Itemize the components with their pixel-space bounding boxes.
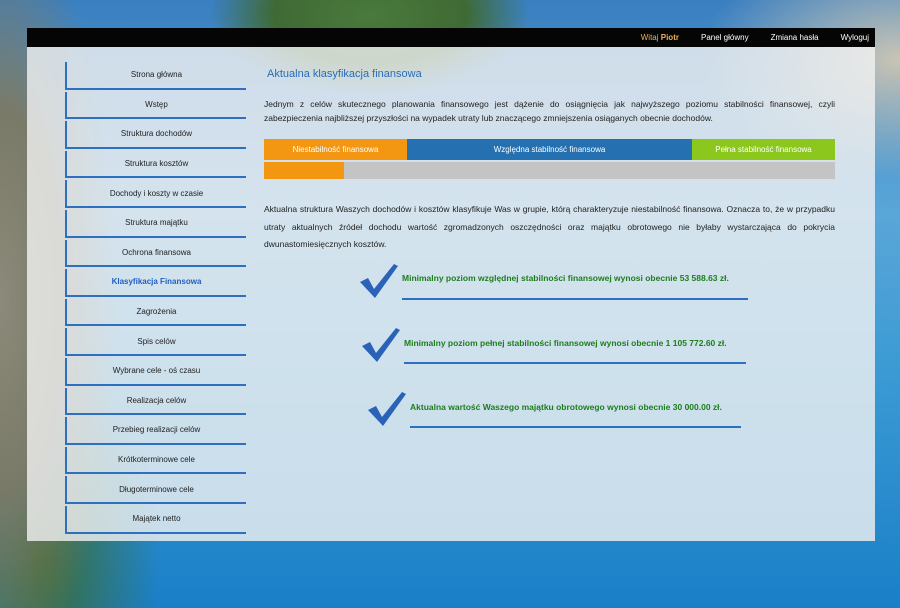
classification-description: Aktualna struktura Waszych dochodów i ko… bbox=[264, 204, 835, 249]
nav-link-logout[interactable]: Wyloguj bbox=[841, 33, 869, 42]
sidebar-item[interactable]: Strona główna bbox=[65, 62, 246, 90]
sidebar-item[interactable]: Struktura kosztów bbox=[65, 150, 246, 179]
page-title: Aktualna klasyfikacja finansowa bbox=[267, 68, 422, 80]
sidebar-item[interactable]: Struktura majątku bbox=[65, 209, 246, 238]
sidebar-item[interactable]: Dochody i koszty w czasie bbox=[65, 180, 246, 208]
stat-underline bbox=[404, 362, 746, 364]
sidebar-item[interactable]: Klasyfikacja Finansowa bbox=[65, 269, 246, 297]
stability-progress-fill bbox=[264, 162, 344, 179]
nav-link-change-password[interactable]: Zmiana hasła bbox=[771, 33, 819, 42]
sidebar-item[interactable]: Wybrane cele - oś czasu bbox=[65, 357, 246, 386]
sidebar-item[interactable]: Zagrożenia bbox=[65, 298, 246, 327]
stat-text: Aktualna wartość Waszego majątku obrotow… bbox=[410, 402, 722, 412]
scale-segment-instability: Niestabilność finansowa bbox=[264, 139, 407, 160]
greeting: Witaj Piotr bbox=[640, 33, 679, 42]
checkmark-icon bbox=[368, 392, 406, 426]
sidebar-item[interactable]: Majątek netto bbox=[65, 505, 246, 534]
stat-text: Minimalny poziom względnej stabilności f… bbox=[402, 273, 729, 283]
sidebar-item[interactable]: Struktura dochodów bbox=[65, 121, 246, 149]
stat-underline bbox=[410, 426, 741, 428]
scale-segment-relative-stability: Względna stabilność finansowa bbox=[407, 139, 692, 160]
stat-text: Minimalny poziom pełnej stabilności fina… bbox=[404, 338, 727, 348]
stability-progress-bar bbox=[264, 162, 835, 179]
sidebar-item[interactable]: Krótkoterminowe cele bbox=[65, 446, 246, 475]
content-area: Aktualna klasyfikacja finansowa Jednym z… bbox=[264, 62, 835, 254]
checkmark-icon bbox=[360, 264, 398, 298]
sidebar-menu: Strona główna Wstęp Struktura dochodów Stru… bbox=[65, 62, 246, 536]
sidebar-item[interactable]: Długoterminowe cele bbox=[65, 476, 246, 504]
stat-underline bbox=[402, 298, 748, 300]
scale-segment-full-stability: Pełna stabilność finansowa bbox=[692, 139, 835, 160]
stability-scale: Niestabilność finansowa Względna stabiln… bbox=[264, 139, 835, 160]
sidebar-item[interactable]: Spis celów bbox=[65, 328, 246, 356]
top-navbar: Witaj Piotr Panel główny Zmiana hasła Wy… bbox=[27, 28, 875, 47]
intro-paragraph: Jednym z celów skutecznego planowania fi… bbox=[264, 99, 835, 123]
sidebar-item[interactable]: Realizacja celów bbox=[65, 387, 246, 416]
username: Piotr bbox=[660, 33, 679, 42]
sidebar-item[interactable]: Przebieg realizacji celów bbox=[65, 417, 246, 445]
checkmark-icon bbox=[362, 328, 400, 362]
sidebar-item[interactable]: Ochrona finansowa bbox=[65, 239, 246, 268]
sidebar-item[interactable]: Wstęp bbox=[65, 91, 246, 120]
nav-link-dashboard[interactable]: Panel główny bbox=[701, 33, 749, 42]
